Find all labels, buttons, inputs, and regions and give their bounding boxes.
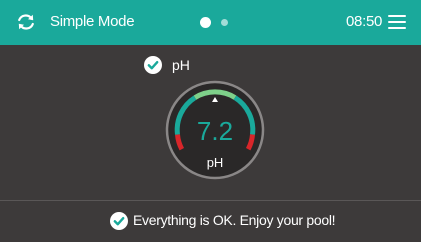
ph-unit: pH [207, 155, 224, 170]
divider [0, 200, 421, 201]
ph-value: 7.2 [197, 116, 233, 146]
top-bar: Simple Mode 08:50 [0, 0, 421, 45]
refresh-icon[interactable] [16, 12, 36, 32]
status-message: Everything is OK. Enjoy your pool! [133, 212, 336, 228]
page-indicator-active[interactable] [200, 17, 211, 28]
sensor-label: pH [172, 57, 190, 73]
ph-gauge[interactable]: 7.2 pH [165, 80, 265, 180]
check-circle-icon [144, 56, 162, 74]
page-indicator-inactive[interactable] [221, 19, 228, 26]
mode-label[interactable]: Simple Mode [50, 13, 135, 30]
check-circle-icon [110, 212, 128, 230]
pool-controller-screen: Simple Mode 08:50 pH 7.2 pH Everything i… [0, 0, 421, 242]
clock: 08:50 [346, 13, 383, 30]
hamburger-menu-icon[interactable] [388, 15, 406, 30]
